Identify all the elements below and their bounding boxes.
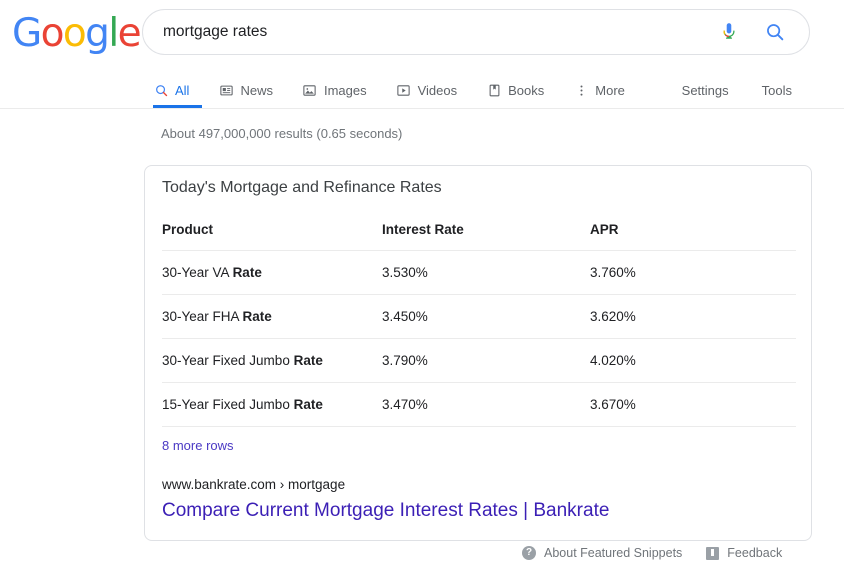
result-url: www.bankrate.com › mortgage bbox=[162, 477, 346, 492]
column-header-interest-rate: Interest Rate bbox=[382, 214, 590, 251]
search-icon[interactable] bbox=[763, 20, 787, 44]
table-body: 30-Year VA Rate 3.530% 3.760% 30-Year FHA R… bbox=[162, 250, 796, 427]
cell-product: 15-Year Fixed Jumbo Rate bbox=[162, 382, 382, 427]
cell-interest-rate: 3.790% bbox=[382, 338, 590, 383]
cell-apr: 3.620% bbox=[590, 294, 796, 339]
column-header-product: Product bbox=[162, 214, 382, 251]
tab-books[interactable]: Books bbox=[486, 72, 557, 108]
tab-books-label: Books bbox=[508, 82, 545, 98]
result-title-link[interactable]: Compare Current Mortgage Interest Rates … bbox=[162, 500, 609, 522]
table-row: 30-Year VA Rate 3.530% 3.760% bbox=[162, 250, 796, 295]
microphone-icon[interactable] bbox=[717, 20, 741, 44]
tab-images[interactable]: Images bbox=[302, 72, 380, 108]
tab-more-label: More bbox=[595, 82, 625, 98]
search-input-wrapper bbox=[143, 23, 717, 41]
cell-product: 30-Year Fixed Jumbo Rate bbox=[162, 338, 382, 383]
cell-interest-rate: 3.450% bbox=[382, 294, 590, 339]
feedback-label: Feedback bbox=[727, 546, 783, 560]
table-row: 15-Year Fixed Jumbo Rate 3.470% 3.670% bbox=[162, 382, 796, 427]
settings-button[interactable]: Settings bbox=[682, 83, 729, 98]
news-icon bbox=[218, 82, 234, 98]
search-input[interactable] bbox=[163, 23, 717, 41]
snippet-title: Today's Mortgage and Refinance Rates bbox=[162, 179, 442, 196]
more-vertical-icon bbox=[573, 82, 589, 98]
feedback-flag-icon bbox=[706, 546, 720, 560]
tab-news[interactable]: News bbox=[218, 72, 286, 108]
mortgage-rates-table: Product Interest Rate APR 30-Year VA Rat… bbox=[162, 214, 796, 427]
logo-letter-1: o bbox=[40, 11, 65, 56]
table-row: 30-Year FHA Rate 3.450% 3.620% bbox=[162, 294, 796, 339]
video-icon bbox=[396, 82, 412, 98]
cell-apr: 3.670% bbox=[590, 382, 796, 427]
search-bar[interactable] bbox=[142, 9, 810, 55]
table-row: 30-Year Fixed Jumbo Rate 3.790% 4.020% bbox=[162, 338, 796, 383]
nav-divider bbox=[0, 108, 844, 109]
tab-more[interactable]: More bbox=[573, 72, 638, 108]
book-icon bbox=[486, 82, 502, 98]
cell-apr: 4.020% bbox=[590, 338, 796, 383]
table-head: Product Interest Rate APR bbox=[162, 214, 796, 251]
feedback-link[interactable]: Feedback bbox=[706, 546, 782, 560]
result-stats: About 497,000,000 results (0.65 seconds) bbox=[161, 126, 403, 141]
cell-interest-rate: 3.470% bbox=[382, 382, 590, 427]
nav-tabs: All News Images Videos Books More bbox=[153, 72, 654, 108]
search-nav: All News Images Videos Books More Settin… bbox=[0, 72, 844, 110]
about-featured-snippets-label: About Featured Snippets bbox=[544, 546, 683, 560]
cell-product: 30-Year VA Rate bbox=[162, 250, 382, 295]
tab-videos[interactable]: Videos bbox=[396, 72, 471, 108]
tab-all-label: All bbox=[175, 82, 190, 98]
google-logo[interactable]: Google bbox=[12, 11, 142, 56]
logo-letter-0: G bbox=[12, 11, 42, 56]
tab-all[interactable]: All bbox=[153, 72, 203, 108]
logo-letter-5: e bbox=[117, 11, 142, 56]
logo-letter-2: o bbox=[62, 11, 87, 56]
search-icon bbox=[153, 82, 169, 98]
more-rows-link[interactable]: 8 more rows bbox=[162, 438, 234, 453]
tools-button[interactable]: Tools bbox=[762, 83, 792, 98]
tab-videos-label: Videos bbox=[417, 82, 458, 98]
search-bar-actions bbox=[717, 20, 809, 44]
search-header: Google mortgage rates All News Images Vi… bbox=[0, 0, 844, 110]
logo-letter-4: l bbox=[108, 11, 119, 56]
cell-interest-rate: 3.530% bbox=[382, 250, 590, 295]
help-circle-icon: ? bbox=[522, 546, 536, 560]
tab-active-underline bbox=[153, 105, 203, 108]
logo-letter-3: g bbox=[85, 11, 110, 56]
snippet-footer: ? About Featured Snippets Feedback bbox=[522, 546, 782, 560]
image-icon bbox=[302, 82, 318, 98]
column-header-apr: APR bbox=[590, 214, 796, 251]
table-header-row: Product Interest Rate APR bbox=[162, 214, 796, 251]
cell-product: 30-Year FHA Rate bbox=[162, 294, 382, 339]
nav-right-actions: Settings Tools bbox=[682, 72, 792, 108]
featured-snippet-card: Today's Mortgage and Refinance Rates Pro… bbox=[144, 165, 812, 541]
about-featured-snippets-link[interactable]: ? About Featured Snippets bbox=[522, 546, 682, 560]
tab-news-label: News bbox=[240, 82, 273, 98]
cell-apr: 3.760% bbox=[590, 250, 796, 295]
tab-images-label: Images bbox=[323, 82, 367, 98]
